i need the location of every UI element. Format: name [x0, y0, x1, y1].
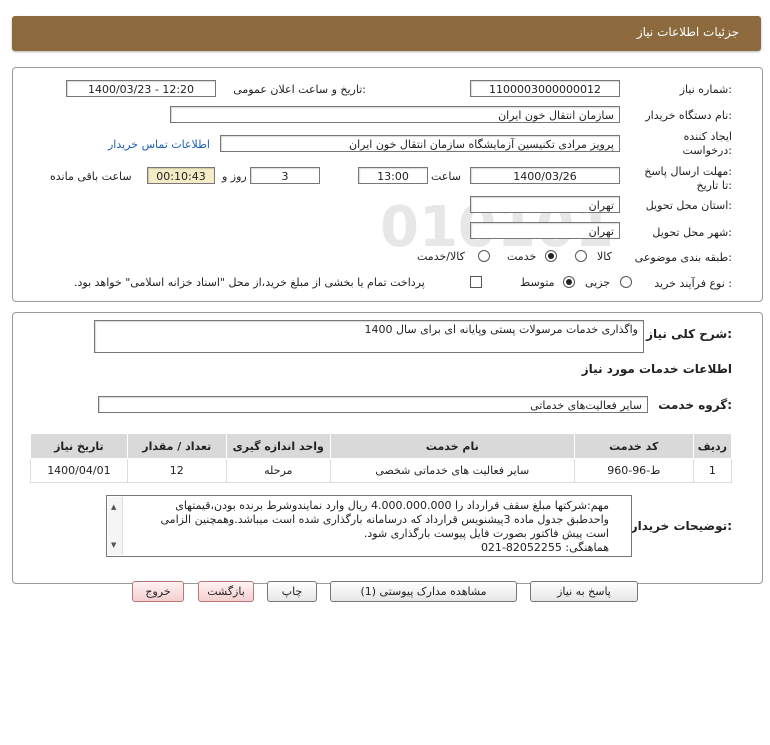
category-label: طبقه بندی موضوعی: — [634, 251, 732, 264]
purchase-radio-medium[interactable] — [563, 276, 575, 288]
treasury-payment-text: پرداخت تمام یا بخشی از مبلغ خرید،از محل … — [74, 276, 425, 289]
remaining-label: ساعت باقی مانده — [50, 170, 132, 183]
purchase-option-minor: جزیی — [585, 276, 611, 289]
treasury-payment-checkbox[interactable] — [470, 276, 482, 288]
buyer-contact-link[interactable]: اطلاعات تماس خریدار — [108, 138, 210, 151]
deadline-days-label: روز و — [222, 170, 247, 183]
buyer-notes-box[interactable]: ▲ ▼ مهم:شرکتها مبلغ سقف قرارداد را 4.000… — [106, 495, 632, 557]
cell-service-code: ط-96-960 — [573, 458, 694, 483]
services-title: اطلاعات خدمات مورد نیاز — [581, 362, 732, 376]
notes-line-3: است پیش فاکتور بصورت فایل پیوست بارگذاری… — [363, 527, 609, 540]
table-row: 1 ط-96-960 سایر فعالیت های خدماتی شخصی م… — [30, 458, 733, 483]
purchase-type-label: نوع فرآیند خرید : — [654, 277, 732, 290]
service-group-value: سایر فعالیت‌های خدماتی — [98, 396, 648, 413]
buyer-notes-label: توضیحات خریدار: — [630, 519, 732, 533]
buyer-org-value: سازمان انتقال خون ایران — [170, 106, 620, 123]
cell-quantity: 12 — [126, 458, 227, 483]
cell-service-name: سایر فعالیت های خدماتی شخصی — [329, 458, 575, 483]
notes-scrollbar[interactable]: ▲ ▼ — [108, 497, 123, 555]
cell-unit: مرحله — [225, 458, 331, 483]
col-unit: واحد اندازه گیری — [225, 433, 331, 459]
remaining-timer: 00:10:43 — [147, 167, 215, 184]
services-table: ردیف کد خدمت نام خدمت واحد اندازه گیری ت… — [30, 433, 733, 483]
summary-label: شرح کلی نیاز: — [646, 327, 732, 341]
print-button[interactable]: چاپ — [267, 581, 317, 602]
exit-button[interactable]: خروج — [132, 581, 184, 602]
deadline-label-line1: مهلت ارسال پاسخ: — [644, 165, 732, 178]
province-label: استان محل تحویل: — [645, 199, 732, 212]
col-row-number: ردیف — [692, 433, 733, 459]
requester-value: پرویز مرادی تکنیسین آزمایشگاه سازمان انت… — [220, 135, 620, 152]
requester-label-line2: درخواست: — [682, 144, 733, 157]
col-need-date: تاریخ نیاز — [30, 433, 128, 459]
reply-button[interactable]: پاسخ به نیاز — [530, 581, 638, 602]
category-option-goods-service: کالا/خدمت — [417, 250, 465, 263]
deadline-days: 3 — [250, 167, 320, 184]
province-value: تهران — [470, 196, 620, 213]
announce-label: تاریخ و ساعت اعلان عمومی: — [233, 83, 366, 96]
summary-value: واگذاری خدمات مرسولات پستی وپایانه ای بر… — [94, 320, 644, 353]
category-option-goods: کالا — [597, 250, 612, 263]
need-info-panel — [12, 67, 763, 302]
buyer-org-label: نام دستگاه خریدار: — [645, 109, 732, 122]
page-header: جزئیات اطلاعات نیاز — [12, 16, 761, 51]
col-quantity: تعداد / مقدار — [126, 433, 227, 459]
notes-line-2: واحدطبق جدول ماده 3پیشنویس قرارداد که در… — [160, 513, 609, 526]
scroll-up-icon[interactable]: ▲ — [111, 500, 116, 514]
deadline-label-line2: تا تاریخ: — [696, 179, 732, 192]
purchase-radio-minor[interactable] — [620, 276, 632, 288]
category-option-service: خدمت — [507, 250, 537, 263]
notes-line-4: هماهنگی: 82052255-021 — [480, 541, 609, 554]
category-radio-service[interactable] — [545, 250, 557, 262]
need-number-value: 1100003000000012 — [470, 80, 620, 97]
page-title: جزئیات اطلاعات نیاز — [636, 25, 739, 39]
service-group-label: گروه خدمت: — [658, 398, 732, 412]
requester-label-line1: ایجاد کننده — [683, 130, 732, 143]
city-value: تهران — [470, 222, 620, 239]
notes-line-1: مهم:شرکتها مبلغ سقف قرارداد را 4.000.000… — [175, 499, 609, 512]
deadline-time: 13:00 — [358, 167, 428, 184]
scroll-down-icon[interactable]: ▼ — [111, 538, 116, 552]
need-number-label: شماره نیاز: — [679, 83, 732, 96]
cell-row-number: 1 — [692, 458, 733, 483]
category-radio-goods-service[interactable] — [478, 250, 490, 262]
view-attachments-button[interactable]: مشاهده مدارک پیوستی (1) — [330, 581, 517, 602]
city-label: شهر محل تحویل: — [652, 226, 732, 239]
deadline-date: 1400/03/26 — [470, 167, 620, 184]
col-service-name: نام خدمت — [329, 433, 575, 459]
table-header-row: ردیف کد خدمت نام خدمت واحد اندازه گیری ت… — [30, 433, 733, 459]
announce-value: 1400/03/23 - 12:20 — [66, 80, 216, 97]
cell-need-date: 1400/04/01 — [30, 458, 128, 483]
deadline-time-label: ساعت — [431, 170, 461, 183]
back-button[interactable]: بازگشت — [198, 581, 254, 602]
category-radio-goods[interactable] — [575, 250, 587, 262]
col-service-code: کد خدمت — [573, 433, 694, 459]
purchase-option-medium: متوسط — [520, 276, 555, 289]
